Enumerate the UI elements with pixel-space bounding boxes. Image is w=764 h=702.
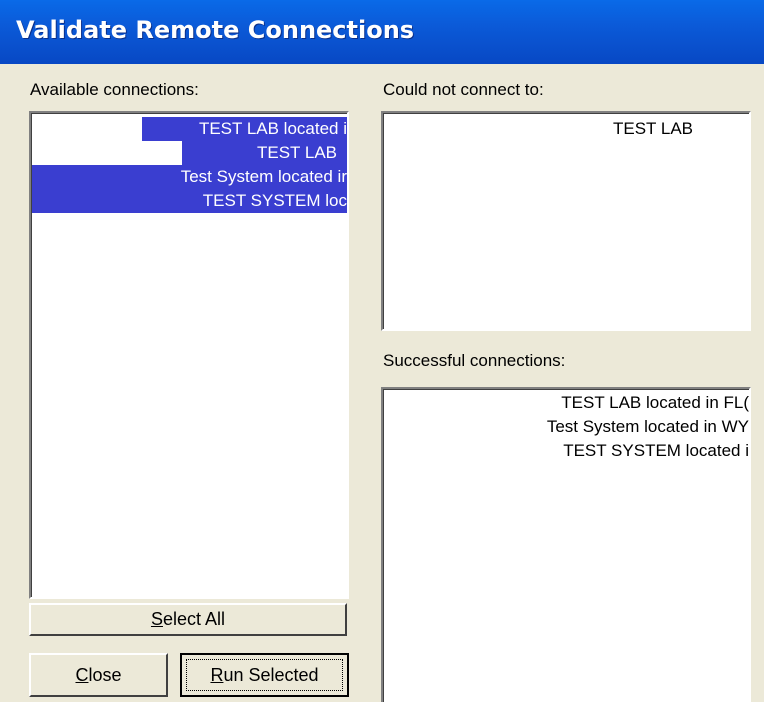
could-not-connect-label: Could not connect to: <box>383 80 544 99</box>
close-button[interactable]: Close <box>29 653 168 697</box>
list-item-label: TEST LAB located i <box>198 119 347 138</box>
list-item-label: TEST SYSTEM located i <box>563 441 749 460</box>
list-item-label: Test System located in WY <box>546 417 749 436</box>
list-item-label: TEST LAB <box>613 119 693 138</box>
list-item[interactable]: TEST LAB <box>384 117 749 141</box>
successful-connections-list[interactable]: TEST LAB located in FL( Test System loca… <box>381 387 751 702</box>
list-item-label: Test System located ir <box>180 167 347 186</box>
window-title: Validate Remote Connections <box>16 16 415 44</box>
select-all-label: elect All <box>162 609 226 629</box>
successful-connections-label: Successful connections: <box>383 351 566 370</box>
list-item[interactable]: TEST LAB located i <box>142 117 347 141</box>
list-item-label: TEST SYSTEM loc <box>202 191 347 210</box>
title-bar[interactable]: Validate Remote Connections <box>0 0 764 64</box>
select-all-mnemonic: S <box>150 609 163 629</box>
list-item-label: TEST LAB located in FL( <box>561 393 749 412</box>
run-selected-button[interactable]: Run Selected <box>180 653 349 697</box>
list-item[interactable]: Test System located ir <box>32 165 347 189</box>
select-all-button[interactable]: Select All <box>29 603 347 636</box>
close-mnemonic: C <box>75 665 89 685</box>
close-label: lose <box>88 665 122 685</box>
focus-rect <box>186 659 343 691</box>
list-item[interactable]: TEST LAB <box>182 141 347 165</box>
list-item[interactable]: TEST LAB located in FL( <box>384 391 749 415</box>
list-item[interactable]: TEST SYSTEM located i <box>384 439 749 463</box>
available-connections-label: Available connections: <box>30 80 199 99</box>
could-not-connect-list[interactable]: TEST LAB <box>381 111 751 331</box>
list-item[interactable]: Test System located in WY <box>384 415 749 439</box>
list-item-label: TEST LAB <box>257 143 337 162</box>
list-item[interactable]: TEST SYSTEM loc <box>32 189 347 213</box>
available-connections-list[interactable]: TEST LAB located i TEST LAB Test System … <box>29 111 349 599</box>
